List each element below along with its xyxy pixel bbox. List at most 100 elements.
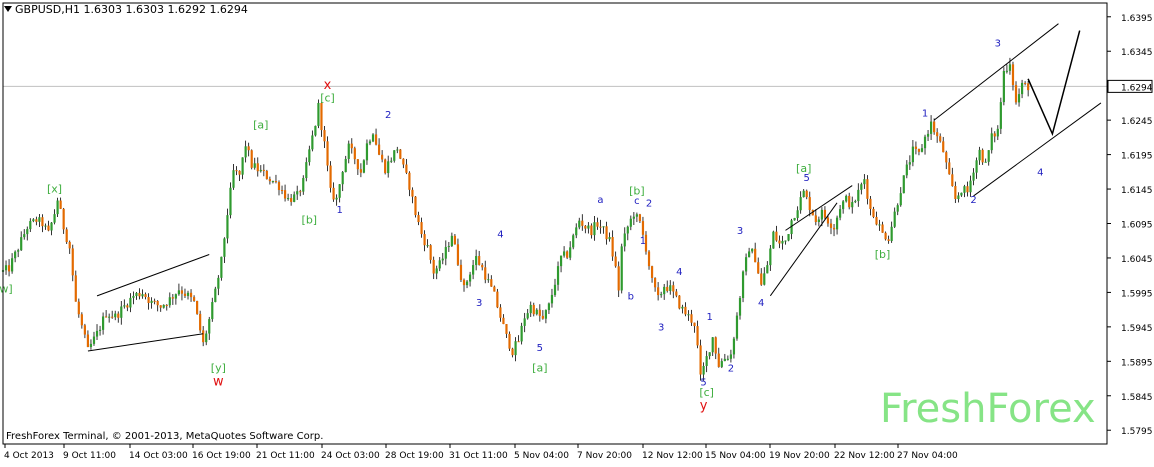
candle-body <box>751 248 754 252</box>
candle-body <box>484 267 487 280</box>
candle-body <box>981 149 984 163</box>
candle-body <box>687 314 690 316</box>
candle-body <box>502 317 505 325</box>
y-tick-label: 1.6095 <box>1121 221 1153 231</box>
candle-body <box>123 305 126 307</box>
candle-body <box>678 295 681 309</box>
candle-body <box>832 227 836 230</box>
candle-body <box>814 215 817 223</box>
candle-body <box>62 208 65 230</box>
candle-body <box>526 313 529 319</box>
candle-body <box>929 121 933 134</box>
current-price-label: 1.6294 <box>1121 83 1153 93</box>
x-tick-label: 5 Nov 04:00 <box>514 451 569 461</box>
candle-body <box>153 300 156 302</box>
candle-body <box>544 310 548 319</box>
candle-body <box>599 226 602 228</box>
candle-body <box>353 148 356 160</box>
wave-label: 2 <box>385 110 391 121</box>
candle-body <box>942 141 945 153</box>
candle-body <box>271 181 275 183</box>
candle-body <box>390 160 393 162</box>
candle-body <box>496 291 499 308</box>
candle-body <box>499 307 502 318</box>
wave-label: 5 <box>537 343 543 354</box>
candle-body <box>766 265 769 274</box>
wave-label: 4 <box>1037 167 1043 178</box>
y-tick-label: 1.6345 <box>1121 48 1153 58</box>
candle-body <box>960 192 963 196</box>
candle-body <box>98 329 102 331</box>
candle-body <box>459 264 463 280</box>
candle-body <box>335 197 338 200</box>
candle-body <box>757 262 760 274</box>
candle-body <box>101 316 105 330</box>
candle-body <box>47 225 50 231</box>
candle-body <box>629 218 632 227</box>
candle-body <box>111 316 114 318</box>
candle-body <box>660 294 663 296</box>
candle-body <box>805 190 808 198</box>
wave-label: 4 <box>676 267 682 278</box>
candle-body <box>802 190 805 198</box>
candle-body <box>268 179 272 182</box>
candle-body <box>778 240 781 244</box>
candle-body <box>735 315 739 339</box>
candle-body <box>332 187 335 200</box>
wave-label: [b] <box>875 248 891 261</box>
candle-body <box>211 302 214 320</box>
candle-body <box>323 130 326 142</box>
candle-body <box>835 217 839 230</box>
x-tick-label: 16 Oct 19:00 <box>192 451 251 461</box>
candle-body <box>475 256 478 266</box>
candle-body <box>126 305 129 308</box>
candle-body <box>356 159 359 170</box>
candle-body <box>192 297 196 301</box>
candle-body <box>29 221 32 230</box>
dropdown-triangle-icon[interactable] <box>4 6 12 12</box>
candle-body <box>529 304 532 314</box>
wave-label: [a] <box>532 362 547 375</box>
candle-body <box>596 222 599 227</box>
candle-body <box>438 260 441 269</box>
candle-body <box>423 234 426 246</box>
candle-body <box>92 336 96 344</box>
candle-body <box>690 314 693 323</box>
candle-body <box>68 242 71 249</box>
candle-body <box>566 251 569 258</box>
candle-body <box>41 217 44 227</box>
candle-body <box>899 193 902 206</box>
candle-body <box>256 163 259 172</box>
candle-body <box>729 354 733 359</box>
candle-body <box>666 286 669 291</box>
candle-body <box>605 226 608 240</box>
candle-body <box>614 256 617 267</box>
candle-body <box>262 169 265 171</box>
candle-body <box>957 195 960 200</box>
wave-label: [a] <box>253 118 268 131</box>
wave-label: 1 <box>336 205 342 216</box>
candle-body <box>138 292 141 297</box>
y-tick-label: 1.5795 <box>1121 427 1153 437</box>
candle-body <box>820 209 824 220</box>
candle-body <box>902 175 905 194</box>
wave-label: [x] <box>47 182 62 195</box>
candle-body <box>511 348 514 356</box>
candle-body <box>505 324 508 334</box>
candle-body <box>250 150 253 168</box>
candle-body <box>420 222 423 235</box>
candle-body <box>1020 82 1024 95</box>
candle-body <box>781 240 784 244</box>
candle-body <box>56 200 59 215</box>
candle-body <box>311 135 314 150</box>
candle-body <box>675 291 678 296</box>
candle-body <box>584 225 587 229</box>
candle-body <box>559 255 563 267</box>
candle-body <box>854 201 857 203</box>
candle-body <box>487 279 490 281</box>
candle-body <box>86 334 90 348</box>
candle-body <box>199 313 202 331</box>
candle-body <box>244 146 247 158</box>
candle-body <box>490 279 493 287</box>
candle-body <box>581 220 584 226</box>
